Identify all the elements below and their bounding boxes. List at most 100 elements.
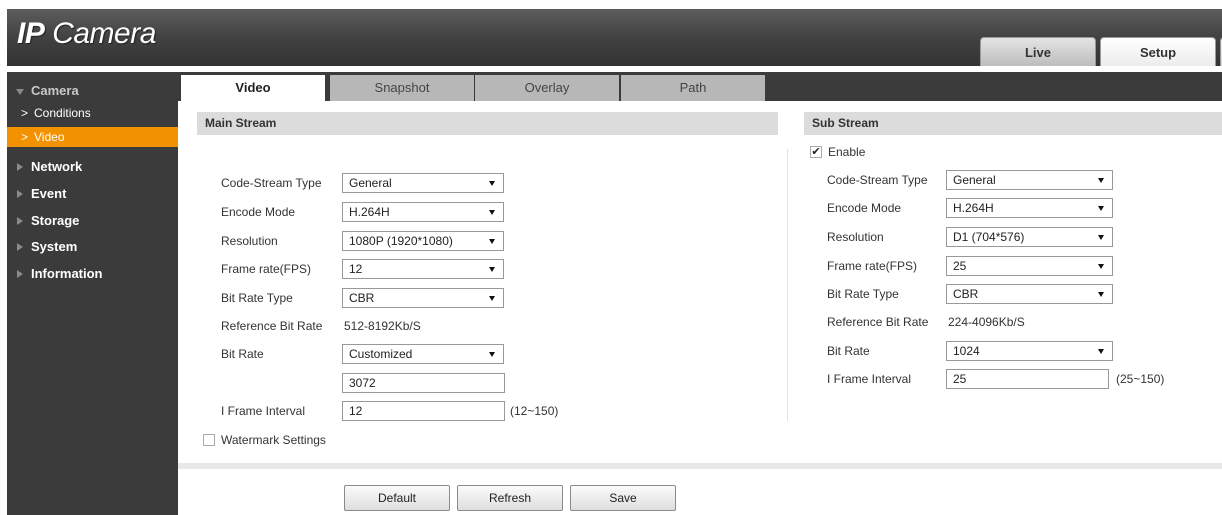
chevron-right-icon: > [21, 106, 29, 120]
dropdown-arrow-icon [489, 352, 495, 357]
main-resolution-label: Resolution [221, 234, 278, 248]
main-bit-rate-type-select[interactable]: CBR [342, 288, 504, 308]
select-value: H.264H [349, 205, 390, 219]
sidebar-item-label: Information [31, 266, 103, 281]
dropdown-arrow-icon [489, 181, 495, 186]
sidebar-item-label: Camera [31, 83, 79, 98]
sub-bit-rate-label: Bit Rate [827, 344, 870, 358]
sub-frame-rate-select[interactable]: 25 [946, 256, 1113, 276]
sidebar-item-camera[interactable]: Camera [7, 81, 178, 101]
main-stream-header: Main Stream [197, 112, 778, 135]
refresh-button[interactable]: Refresh [457, 485, 563, 511]
sidebar-item-label: Video [34, 130, 65, 144]
logo-suffix: Camera [44, 17, 156, 50]
select-value: 25 [953, 259, 967, 273]
sidebar: Camera > Conditions > Video Network Event … [7, 72, 178, 515]
top-tab-setup[interactable]: Setup [1100, 37, 1216, 66]
sub-bit-rate-select[interactable]: 1024 [946, 341, 1113, 361]
sub-reference-bit-rate-label: Reference Bit Rate [827, 315, 929, 329]
select-value: D1 (704*576) [953, 230, 1025, 244]
dropdown-arrow-icon [1098, 206, 1104, 211]
main-i-frame-interval-label: I Frame Interval [221, 404, 306, 418]
main-i-frame-interval-input[interactable]: 12 [342, 401, 505, 421]
sub-bit-rate-type-label: Bit Rate Type [827, 287, 899, 301]
main-code-stream-type-label: Code-Stream Type [221, 176, 322, 190]
main-reference-bit-rate-label: Reference Bit Rate [221, 319, 323, 333]
collapsed-triangle-icon [17, 270, 23, 278]
main-bit-rate-custom-input[interactable]: 3072 [342, 373, 505, 393]
dropdown-arrow-icon [489, 296, 495, 301]
tab-snapshot[interactable]: Snapshot [330, 75, 474, 101]
collapsed-triangle-icon [17, 243, 23, 251]
sub-stream-enable-label: Enable [828, 145, 866, 159]
dropdown-arrow-icon [489, 267, 495, 272]
main-reference-bit-rate-value: 512-8192Kb/S [344, 319, 421, 333]
select-value: 1080P (1920*1080) [349, 234, 453, 248]
select-value: H.264H [953, 201, 994, 215]
sub-i-frame-interval-input[interactable]: 25 [946, 369, 1109, 389]
sub-bit-rate-type-select[interactable]: CBR [946, 284, 1113, 304]
video-settings-panel: Main Stream Code-Stream Type General Enc… [178, 101, 1222, 515]
dropdown-arrow-icon [1098, 178, 1104, 183]
dropdown-arrow-icon [489, 239, 495, 244]
sidebar-item-system[interactable]: System [7, 237, 178, 257]
tab-path[interactable]: Path [621, 75, 765, 101]
sidebar-item-event[interactable]: Event [7, 184, 178, 204]
chevron-right-icon: > [21, 130, 29, 144]
sub-resolution-select[interactable]: D1 (704*576) [946, 227, 1113, 247]
default-button[interactable]: Default [344, 485, 450, 511]
tab-video[interactable]: Video [181, 75, 325, 101]
dropdown-arrow-icon [1098, 292, 1104, 297]
sidebar-item-label: Storage [31, 213, 80, 228]
sub-i-frame-interval-label: I Frame Interval [827, 372, 912, 386]
select-value: General [953, 173, 996, 187]
sidebar-item-label: System [31, 239, 78, 254]
sidebar-item-network[interactable]: Network [7, 157, 178, 177]
dropdown-arrow-icon [1098, 235, 1104, 240]
select-value: General [349, 176, 392, 190]
sidebar-item-label: Network [31, 159, 83, 174]
sidebar-item-information[interactable]: Information [7, 264, 178, 284]
sub-i-frame-range: (25~150) [1116, 372, 1165, 386]
sub-code-stream-type-label: Code-Stream Type [827, 173, 928, 187]
select-value: CBR [349, 291, 375, 305]
select-value: Customized [349, 347, 413, 361]
watermark-checkbox[interactable] [203, 434, 215, 446]
collapsed-triangle-icon [17, 217, 23, 225]
content-tabbar: Video Snapshot Overlay Path [178, 72, 1222, 101]
button-bar-divider [178, 463, 1222, 469]
main-frame-rate-select[interactable]: 12 [342, 259, 504, 279]
sidebar-item-storage[interactable]: Storage [7, 211, 178, 231]
main-i-frame-range: (12~150) [510, 404, 559, 418]
sidebar-item-label: Event [31, 186, 67, 201]
main-code-stream-type-select[interactable]: General [342, 173, 504, 193]
sub-resolution-label: Resolution [827, 230, 884, 244]
sub-frame-rate-label: Frame rate(FPS) [827, 259, 918, 273]
sub-encode-mode-select[interactable]: H.264H [946, 198, 1113, 218]
dropdown-arrow-icon [1098, 264, 1104, 269]
watermark-label: Watermark Settings [221, 433, 326, 447]
main-bit-rate-type-label: Bit Rate Type [221, 291, 293, 305]
sub-code-stream-type-select[interactable]: General [946, 170, 1113, 190]
sub-stream-enable-checkbox[interactable]: ✔ [810, 146, 822, 158]
sub-reference-bit-rate-value: 224-4096Kb/S [948, 315, 1025, 329]
app-header: IP Camera Live Setup [7, 9, 1222, 66]
main-encode-mode-label: Encode Mode [221, 205, 296, 219]
main-resolution-select[interactable]: 1080P (1920*1080) [342, 231, 504, 251]
expanded-triangle-icon [16, 89, 24, 95]
save-button[interactable]: Save [570, 485, 676, 511]
top-tab-live[interactable]: Live [980, 37, 1096, 66]
main-encode-mode-select[interactable]: H.264H [342, 202, 504, 222]
sidebar-item-label: Conditions [34, 106, 91, 120]
select-value: CBR [953, 287, 979, 301]
main-bit-rate-select[interactable]: Customized [342, 344, 504, 364]
sub-encode-mode-label: Encode Mode [827, 201, 902, 215]
collapsed-triangle-icon [17, 163, 23, 171]
logo-prefix: IP [17, 17, 45, 50]
sidebar-item-video[interactable]: > Video [7, 127, 178, 147]
tab-overlay[interactable]: Overlay [475, 75, 619, 101]
app-logo: IP Camera [17, 17, 156, 51]
select-value: 12 [349, 262, 363, 276]
dropdown-arrow-icon [1098, 349, 1104, 354]
sidebar-item-conditions[interactable]: > Conditions [7, 103, 178, 123]
